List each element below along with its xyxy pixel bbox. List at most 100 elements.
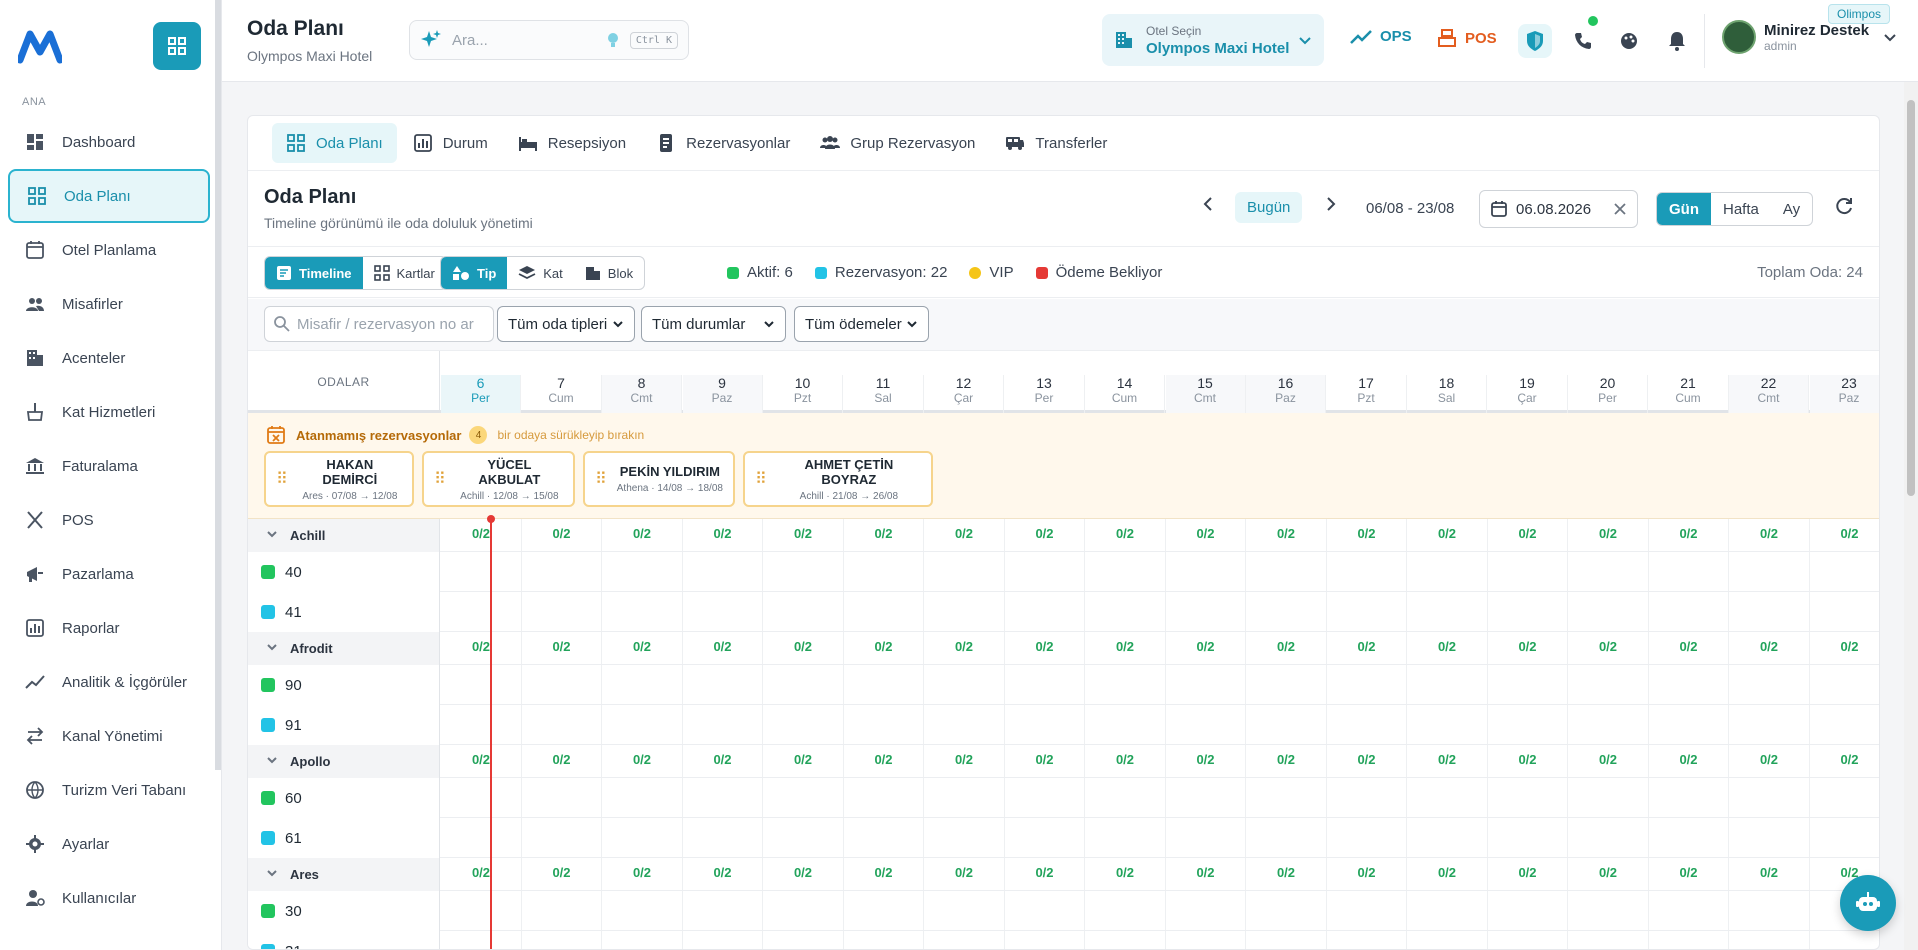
drag-handle-icon[interactable]: ⠿	[434, 469, 446, 489]
day-name: Sal	[1437, 391, 1456, 405]
apps-grid-button[interactable]	[153, 22, 201, 70]
room-row: 61	[248, 818, 1879, 858]
prev-button[interactable]	[1201, 196, 1215, 217]
floor-toggle[interactable]: Kat	[507, 257, 574, 289]
sidebar-item-dashboard[interactable]: Dashboard	[8, 115, 210, 169]
sidebar-item-ayarlar[interactable]: Ayarlar	[8, 817, 210, 871]
room-type-group-toggle[interactable]: Apollo	[248, 745, 440, 778]
drag-handle-icon[interactable]: ⠿	[755, 469, 767, 489]
tab-5[interactable]: Transferler	[991, 123, 1121, 163]
sidebar-item-faturalama[interactable]: Faturalama	[8, 439, 210, 493]
unassigned-reservation-card[interactable]: ⠿ HAKAN DEMİRCİ Ares · 07/08 → 12/08	[264, 451, 414, 507]
tab-0[interactable]: Oda Planı	[272, 123, 397, 163]
room-type-group-toggle[interactable]: Achill	[248, 519, 440, 552]
occupancy-cell: 0/2	[793, 752, 813, 767]
user-menu[interactable]: Minirez Destek admin	[1722, 20, 1897, 54]
close-icon[interactable]	[1613, 202, 1627, 216]
sidebar-item-kanal-yönetimi[interactable]: Kanal Yönetimi	[8, 709, 210, 763]
unassigned-reservation-card[interactable]: ⠿ YÜCEL AKBULAT Achill · 12/08 → 15/08	[422, 451, 575, 507]
day-column-header: 10 Pzt	[763, 375, 843, 413]
sidebar-item-analitik-i-çgörüler[interactable]: Analitik & İçgörüler	[8, 655, 210, 709]
room-label[interactable]: 30	[248, 891, 440, 931]
tab-4[interactable]: Grup Rezervasyon	[806, 123, 989, 163]
status-select[interactable]: Tüm durumlar	[641, 306, 786, 342]
room-label[interactable]: 90	[248, 665, 440, 705]
sidebar-scrollbar[interactable]	[215, 0, 221, 770]
room-label[interactable]: 91	[248, 705, 440, 745]
global-search[interactable]: Ara... Ctrl K	[409, 20, 689, 60]
view-option-1[interactable]: Hafta	[1711, 193, 1771, 225]
legend-swatch	[969, 266, 982, 279]
refresh-button[interactable]	[1834, 196, 1854, 219]
room-label[interactable]: 31	[248, 931, 440, 949]
notifications-button[interactable]	[1660, 24, 1694, 58]
chart-icon	[26, 619, 44, 637]
day-column-header: 11 Sal	[844, 375, 924, 413]
tab-1[interactable]: Durum	[399, 123, 502, 163]
sidebar-item-oda-planı[interactable]: Oda Planı	[8, 169, 210, 223]
room-label[interactable]: 60	[248, 778, 440, 818]
drag-handle-icon[interactable]: ⠿	[276, 469, 288, 489]
phone-button[interactable]	[1566, 16, 1600, 58]
grid-icon	[373, 265, 390, 281]
sidebar-item-otel-planlama[interactable]: Otel Planlama	[8, 223, 210, 277]
payment-select[interactable]: Tüm ödemeler	[794, 306, 929, 342]
globe-icon	[26, 781, 44, 799]
unassigned-hint: bir odaya sürükleyip bırakın	[497, 428, 645, 442]
theme-button[interactable]	[1612, 24, 1646, 58]
sidebar-item-raporlar[interactable]: Raporlar	[8, 601, 210, 655]
drag-handle-icon[interactable]: ⠿	[595, 469, 607, 489]
occupancy-cell: 0/2	[471, 752, 491, 767]
sidebar-item-pos[interactable]: POS	[8, 493, 210, 547]
room-label[interactable]: 61	[248, 818, 440, 858]
reservation-info: PEKİN YILDIRIM Athena · 14/08 → 18/08	[617, 464, 723, 494]
view-option-0[interactable]: Gün	[1657, 193, 1711, 225]
cards-toggle[interactable]: Kartlar	[363, 257, 446, 289]
search-icon	[274, 316, 290, 332]
room-type-group-toggle[interactable]: Afrodit	[248, 632, 440, 665]
tab-icon	[413, 133, 433, 153]
date-picker[interactable]: 06.08.2026	[1479, 190, 1638, 228]
pos-button[interactable]: POS	[1437, 28, 1497, 48]
reservation-info: AHMET ÇETİN BOYRAZ Achill · 21/08 → 26/08	[777, 457, 921, 502]
sidebar-item-misafirler[interactable]: Misafirler	[8, 277, 210, 331]
unassigned-reservation-card[interactable]: ⠿ AHMET ÇETİN BOYRAZ Achill · 21/08 → 26/0…	[743, 451, 933, 507]
status-legend: Aktif: 6 Rezervasyon: 22 VIP Ödeme Bekliyor	[727, 264, 1184, 281]
security-button[interactable]	[1518, 24, 1552, 58]
guest-search-input[interactable]: Misafir / rezervasyon no ar	[264, 306, 494, 342]
unassigned-reservation-card[interactable]: ⠿ PEKİN YILDIRIM Athena · 14/08 → 18/08	[583, 451, 735, 507]
sidebar-item-pazarlama[interactable]: Pazarlama	[8, 547, 210, 601]
sidebar-item-icon	[24, 131, 46, 153]
tab-2[interactable]: Resepsiyon	[504, 123, 640, 163]
sidebar-item-kullanıcılar[interactable]: Kullanıcılar	[8, 871, 210, 925]
room-type-select[interactable]: Tüm oda tipleri	[497, 306, 635, 342]
plan-title: Oda Planı	[264, 186, 357, 208]
occupancy-cell: 0/2	[632, 526, 652, 541]
occupancy-cell: 0/2	[874, 639, 893, 654]
next-button[interactable]	[1324, 196, 1338, 217]
day-name: Cmt	[1757, 391, 1780, 405]
sidebar-item-kat-hizmetleri[interactable]: Kat Hizmetleri	[8, 385, 210, 439]
room-label[interactable]: 40	[248, 552, 440, 592]
occupancy-cell: 0/2	[1598, 639, 1618, 654]
today-button[interactable]: Bugün	[1235, 192, 1303, 223]
room-type-group-toggle[interactable]: Ares	[248, 858, 440, 891]
main-scrollbar[interactable]	[1904, 82, 1918, 950]
reservation-info: HAKAN DEMİRCİ Ares · 07/08 → 12/08	[298, 457, 402, 502]
hotel-select[interactable]: Otel Seçin Olympos Maxi Hotel	[1102, 14, 1324, 66]
occupancy-cell: 0/2	[1759, 752, 1779, 767]
view-option-2[interactable]: Ay	[1771, 193, 1812, 225]
timeline-icon	[277, 266, 291, 280]
type-toggle[interactable]: Tip	[441, 257, 508, 289]
room-label[interactable]: 41	[248, 592, 440, 632]
day-name: Cum	[1111, 391, 1138, 405]
sidebar-item-turizm-veri-tabanı[interactable]: Turizm Veri Tabanı	[8, 763, 210, 817]
tab-3[interactable]: Rezervasyonlar	[642, 123, 804, 163]
timeline-toggle[interactable]: Timeline	[265, 257, 363, 289]
app-logo[interactable]	[18, 28, 62, 64]
sidebar-item-acenteler[interactable]: Acenteler	[8, 331, 210, 385]
main-scrollbar-thumb[interactable]	[1907, 100, 1915, 496]
block-toggle[interactable]: Blok	[574, 257, 644, 289]
ops-button[interactable]: OPS	[1350, 28, 1412, 45]
assistant-button[interactable]	[1840, 875, 1896, 931]
